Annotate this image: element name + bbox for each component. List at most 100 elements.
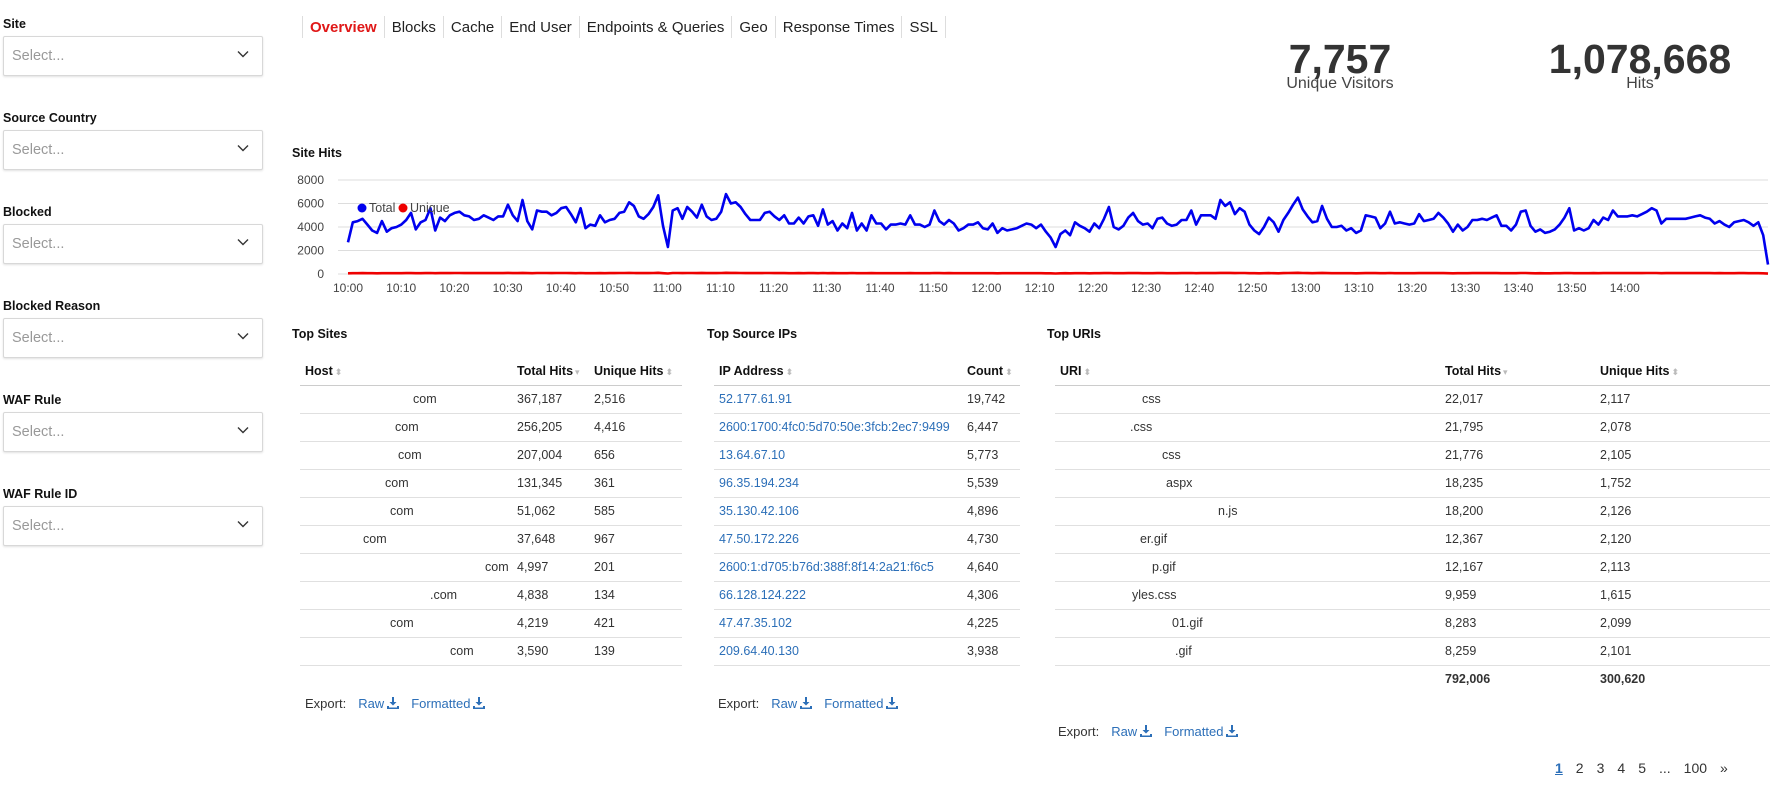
tab-endpoints-queries[interactable]: Endpoints & Queries <box>580 16 733 38</box>
cell-value: com <box>398 448 422 462</box>
waf-rule-id-select[interactable]: Select... <box>3 506 263 546</box>
page-link[interactable]: 2 <box>1576 760 1584 776</box>
table-row[interactable]: com 51,062 585 <box>300 497 682 526</box>
sort-desc-icon[interactable]: ▾ <box>575 367 580 377</box>
tab-cache[interactable]: Cache <box>444 16 503 38</box>
legend-label: Total <box>369 201 395 215</box>
table-row[interactable]: com 207,004 656 <box>300 441 682 470</box>
chevron-down-icon <box>236 141 250 159</box>
sort-icon[interactable]: ⬍ <box>786 367 794 377</box>
sort-desc-icon[interactable]: ▾ <box>1503 367 1508 377</box>
ip-link[interactable]: 209.64.40.130 <box>719 644 799 658</box>
ip-link[interactable]: 52.177.61.91 <box>719 392 792 406</box>
table-cell: 35.130.42.106 <box>714 497 962 526</box>
table-row[interactable]: 47.50.172.226 4,730 <box>714 525 1020 554</box>
next-page-icon[interactable]: » <box>1720 760 1728 776</box>
x-tick-label: 10:10 <box>386 281 416 295</box>
export-raw-link[interactable]: Raw <box>358 696 400 711</box>
table-row[interactable]: com 4,997 201 <box>300 553 682 582</box>
table-row[interactable]: 2600:1:d705:b76d:388f:8f14:2a21:f6c5 4,64… <box>714 553 1020 582</box>
tab-geo[interactable]: Geo <box>732 16 776 38</box>
ip-link[interactable]: 66.128.124.222 <box>719 588 806 602</box>
tab-end-user[interactable]: End User <box>502 16 580 38</box>
export-formatted-link[interactable]: Formatted <box>411 696 486 711</box>
ip-link[interactable]: 96.35.194.234 <box>719 476 799 490</box>
cell-value: 19,742 <box>967 392 1006 406</box>
table-row[interactable]: .css 21,795 2,078 <box>1055 413 1770 442</box>
column-header[interactable]: Unique Hits ⬍ <box>1595 357 1770 386</box>
page-link[interactable]: ... <box>1659 760 1671 776</box>
table-row[interactable]: 47.47.35.102 4,225 <box>714 609 1020 638</box>
tab-ssl[interactable]: SSL <box>902 16 946 38</box>
table-row[interactable]: 35.130.42.106 4,896 <box>714 497 1020 526</box>
export-formatted-link[interactable]: Formatted <box>824 696 899 711</box>
table-row[interactable]: css 22,017 2,117 <box>1055 385 1770 414</box>
sort-icon[interactable]: ⬍ <box>665 367 673 377</box>
column-header[interactable]: Total Hits ▾ <box>512 357 589 386</box>
page-link[interactable]: 1 <box>1555 760 1563 776</box>
table-row[interactable]: 52.177.61.91 19,742 <box>714 385 1020 414</box>
table-row[interactable]: 96.35.194.234 5,539 <box>714 469 1020 498</box>
sort-icon[interactable]: ⬍ <box>1671 367 1679 377</box>
ip-link[interactable]: 35.130.42.106 <box>719 504 799 518</box>
sort-icon[interactable]: ⬍ <box>335 367 343 377</box>
x-tick-label: 12:40 <box>1184 281 1214 295</box>
site-select[interactable]: Select... <box>3 36 263 76</box>
ip-link[interactable]: 2600:1:d705:b76d:388f:8f14:2a21:f6c5 <box>719 560 934 574</box>
table-row[interactable]: 01.gif 8,283 2,099 <box>1055 609 1770 638</box>
table-row[interactable]: com 37,648 967 <box>300 525 682 554</box>
export-formatted-link[interactable]: Formatted <box>1164 724 1239 739</box>
sort-icon[interactable]: ⬍ <box>1084 367 1092 377</box>
table-row[interactable]: 13.64.67.10 5,773 <box>714 441 1020 470</box>
table-row[interactable]: 66.128.124.222 4,306 <box>714 581 1020 610</box>
tab-response-times[interactable]: Response Times <box>776 16 903 38</box>
table-cell: 4,640 <box>962 553 1020 582</box>
export-raw-link[interactable]: Raw <box>1111 724 1153 739</box>
table-row[interactable]: .com 4,838 134 <box>300 581 682 610</box>
blocked-select[interactable]: Select... <box>3 224 263 264</box>
top-sites-table: Host ⬍ Total Hits ▾ Unique Hits ⬍ com 367,187 2,… <box>300 357 682 666</box>
table-row[interactable]: .gif 8,259 2,101 <box>1055 637 1770 666</box>
column-header[interactable]: IP Address ⬍ <box>714 357 962 386</box>
table-cell: 13.64.67.10 <box>714 441 962 470</box>
table-row[interactable]: com 3,590 139 <box>300 637 682 666</box>
table-row[interactable]: 209.64.40.130 3,938 <box>714 637 1020 666</box>
page-link[interactable]: 4 <box>1617 760 1625 776</box>
table-cell: 96.35.194.234 <box>714 469 962 498</box>
top-uris-export: Export: Raw Formatted <box>1058 724 1239 739</box>
ip-link[interactable]: 2600:1700:4fc0:5d70:50e:3fcb:2ec7:9499 <box>719 420 950 434</box>
total-value: 300,620 <box>1600 672 1646 687</box>
ip-link[interactable]: 47.50.172.226 <box>719 532 799 546</box>
column-header[interactable]: Total Hits ▾ <box>1440 357 1595 386</box>
waf-rule-select[interactable]: Select... <box>3 412 263 452</box>
page-link[interactable]: 100 <box>1684 760 1707 776</box>
page-link[interactable]: 3 <box>1597 760 1605 776</box>
column-header[interactable]: Count ⬍ <box>962 357 1020 386</box>
page-link[interactable]: 5 <box>1638 760 1646 776</box>
table-row[interactable]: yles.css 9,959 1,615 <box>1055 581 1770 610</box>
table-cell: 361 <box>589 469 682 498</box>
table-row[interactable]: com 131,345 361 <box>300 469 682 498</box>
ip-link[interactable]: 47.47.35.102 <box>719 616 792 630</box>
source-country-select[interactable]: Select... <box>3 130 263 170</box>
table-row[interactable]: er.gif 12,367 2,120 <box>1055 525 1770 554</box>
blocked-reason-select[interactable]: Select... <box>3 318 263 358</box>
column-header[interactable]: Host ⬍ <box>300 357 512 386</box>
column-header[interactable]: URI ⬍ <box>1055 357 1440 386</box>
table-row[interactable]: n.js 18,200 2,126 <box>1055 497 1770 526</box>
tab-blocks[interactable]: Blocks <box>385 16 444 38</box>
tab-overview[interactable]: Overview <box>303 16 385 38</box>
table-row[interactable]: com 367,187 2,516 <box>300 385 682 414</box>
table-row[interactable]: css 21,776 2,105 <box>1055 441 1770 470</box>
table-cell: 4,896 <box>962 497 1020 526</box>
table-row[interactable]: 2600:1700:4fc0:5d70:50e:3fcb:2ec7:9499 6,… <box>714 413 1020 442</box>
table-row[interactable]: p.gif 12,167 2,113 <box>1055 553 1770 582</box>
table-row[interactable]: aspx 18,235 1,752 <box>1055 469 1770 498</box>
table-cell: 421 <box>589 609 682 638</box>
export-raw-link[interactable]: Raw <box>771 696 813 711</box>
table-row[interactable]: com 256,205 4,416 <box>300 413 682 442</box>
sort-icon[interactable]: ⬍ <box>1005 367 1013 377</box>
column-header[interactable]: Unique Hits ⬍ <box>589 357 682 386</box>
ip-link[interactable]: 13.64.67.10 <box>719 448 785 462</box>
table-row[interactable]: com 4,219 421 <box>300 609 682 638</box>
